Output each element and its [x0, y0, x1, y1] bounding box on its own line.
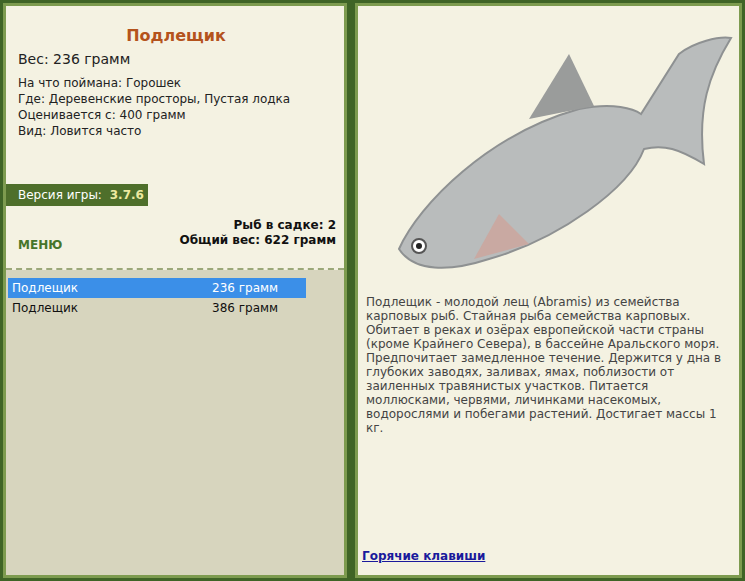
left-panel: Подлещик Вес: 236 грамм На что поймана: … — [3, 3, 347, 578]
catch-row[interactable]: Подлещик 386 грамм — [8, 298, 306, 318]
catch-row[interactable]: Подлещик 236 грамм — [8, 278, 306, 298]
version-value: 3.7.6 — [110, 188, 144, 202]
game-screen: Подлещик Вес: 236 грамм На что поймана: … — [0, 0, 745, 581]
catch-list: Подлещик 236 граммПодлещик 386 грамм — [6, 270, 344, 575]
fish-icon — [379, 14, 739, 284]
fish-title: Подлещик — [18, 26, 334, 45]
version-bar: Версия игры: 3.7.6 — [6, 184, 148, 206]
catch-weight: 386 грамм — [212, 301, 278, 315]
catch-name: Подлещик — [12, 281, 212, 295]
version-label: Версия игры: — [18, 188, 102, 202]
menu-button[interactable]: МЕНЮ — [18, 238, 62, 252]
fish-info: Подлещик Вес: 236 грамм На что поймана: … — [6, 6, 344, 166]
keepnet-summary: Рыб в садке: 2Общий вес: 622 грамм — [180, 218, 336, 248]
summary-line: Общий вес: 622 грамм — [180, 233, 336, 248]
fish-weight: Вес: 236 грамм — [18, 51, 334, 67]
fish-detail: На что поймана: Горошек — [18, 75, 334, 91]
summary-line: Рыб в садке: 2 — [180, 218, 336, 233]
fish-detail: Где: Деревенские просторы, Пустая лодка — [18, 91, 334, 107]
catch-name: Подлещик — [12, 301, 212, 315]
hotkeys-link[interactable]: Горячие клавиши — [362, 549, 739, 563]
fish-detail: Оценивается с: 400 грамм — [18, 107, 334, 123]
menu-row: МЕНЮ Рыб в садке: 2Общий вес: 622 грамм — [6, 206, 344, 270]
right-panel: Подлещик - молодой лещ (Abramis) из семе… — [355, 3, 742, 578]
fish-picture — [358, 6, 739, 291]
fish-description: Подлещик - молодой лещ (Abramis) из семе… — [358, 291, 739, 435]
fish-detail: Вид: Ловится часто — [18, 123, 334, 139]
catch-weight: 236 грамм — [212, 281, 278, 295]
